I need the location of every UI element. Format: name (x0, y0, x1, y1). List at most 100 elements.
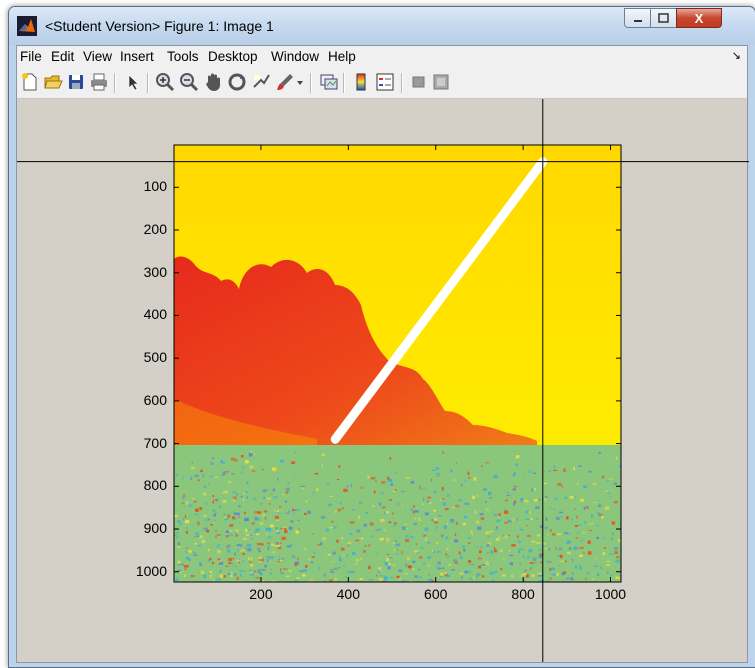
show-plot-tools-icon[interactable] (431, 72, 451, 92)
noise-speckle (393, 542, 395, 544)
zoom-in-icon[interactable] (155, 72, 175, 92)
edit-plot-arrow-icon[interactable] (123, 72, 143, 92)
noise-speckle (376, 552, 379, 555)
noise-speckle (334, 510, 337, 513)
noise-speckle (350, 483, 352, 488)
noise-speckle (464, 480, 467, 482)
maximize-button[interactable] (650, 8, 677, 28)
noise-speckle (390, 482, 394, 486)
menu-view[interactable]: View (83, 49, 112, 64)
noise-speckle (606, 572, 609, 574)
noise-speckle (571, 572, 574, 575)
noise-speckle (208, 572, 211, 574)
menu-desktop[interactable]: Desktop (208, 49, 258, 64)
noise-speckle (283, 526, 287, 528)
link-plot-icon[interactable] (319, 72, 339, 92)
noise-speckle (555, 516, 560, 521)
noise-speckle (538, 548, 542, 552)
noise-speckle (579, 498, 585, 502)
open-file-icon[interactable] (43, 72, 63, 92)
noise-speckle (212, 500, 214, 504)
noise-speckle (498, 513, 501, 517)
noise-speckle (438, 515, 442, 517)
noise-speckle (579, 546, 584, 550)
zoom-out-icon[interactable] (179, 72, 199, 92)
noise-speckle (268, 503, 271, 505)
menu-help[interactable]: Help (328, 49, 356, 64)
noise-speckle (294, 563, 298, 566)
print-icon[interactable] (89, 72, 109, 92)
noise-speckle (552, 469, 558, 471)
noise-speckle (392, 564, 396, 567)
noise-speckle (401, 550, 403, 555)
noise-speckle (427, 500, 430, 503)
noise-speckle (253, 497, 257, 500)
title-bar[interactable]: <Student Version> Figure 1: Image 1 X (9, 7, 755, 45)
noise-speckle (545, 495, 548, 498)
noise-speckle (588, 529, 593, 531)
noise-speckle (577, 524, 582, 526)
noise-speckle (186, 556, 190, 560)
noise-speckle (188, 504, 193, 508)
data-cursor-icon[interactable] (251, 72, 271, 92)
noise-speckle (458, 551, 461, 555)
noise-speckle (243, 511, 247, 515)
insert-legend-icon[interactable] (375, 72, 395, 92)
noise-speckle (240, 573, 242, 577)
figure-canvas[interactable]: 100 200 300 400 500 600 700 800 900 1000 200 400 60… (17, 99, 749, 662)
noise-speckle (257, 547, 261, 551)
noise-speckle (602, 537, 605, 540)
noise-speckle (397, 543, 400, 546)
noise-speckle (603, 547, 607, 549)
noise-speckle (486, 552, 489, 555)
insert-colorbar-icon[interactable] (351, 72, 371, 92)
noise-speckle (558, 565, 560, 567)
noise-speckle (574, 565, 577, 569)
noise-speckle (240, 549, 245, 552)
save-icon[interactable] (66, 72, 86, 92)
noise-speckle (205, 518, 208, 522)
noise-speckle (489, 496, 492, 499)
menu-window[interactable]: Window (271, 49, 319, 64)
noise-speckle (232, 491, 236, 494)
minimize-button[interactable] (624, 8, 651, 28)
close-button[interactable]: X (676, 8, 722, 28)
menu-edit[interactable]: Edit (51, 49, 74, 64)
menu-insert[interactable]: Insert (120, 49, 154, 64)
close-icon: X (694, 10, 704, 26)
noise-speckle (611, 521, 616, 525)
pan-hand-icon[interactable] (203, 72, 223, 92)
hide-plot-tools-icon[interactable] (409, 72, 429, 92)
noise-speckle (611, 537, 613, 540)
noise-speckle (190, 466, 196, 470)
noise-speckle (478, 556, 480, 558)
noise-speckle (234, 513, 237, 515)
noise-speckle (377, 528, 382, 531)
new-figure-icon[interactable] (20, 72, 40, 92)
noise-speckle (405, 476, 411, 479)
noise-speckle (388, 557, 393, 559)
noise-speckle (587, 540, 591, 544)
noise-speckle (513, 472, 516, 476)
noise-speckle (574, 508, 576, 510)
noise-speckle (194, 542, 197, 545)
brush-dropdown-icon[interactable] (295, 72, 305, 92)
noise-speckle (303, 548, 307, 551)
noise-speckle (349, 532, 353, 535)
menu-overflow-icon[interactable]: ↘ (732, 49, 741, 62)
noise-speckle (418, 519, 422, 521)
noise-speckle (515, 455, 520, 459)
noise-speckle (184, 574, 186, 577)
noise-speckle (214, 512, 217, 514)
noise-speckle (524, 499, 529, 503)
noise-speckle (410, 480, 415, 484)
noise-speckle (211, 457, 215, 460)
brush-icon[interactable] (275, 72, 295, 92)
noise-speckle (355, 558, 360, 562)
menu-file[interactable]: File (20, 49, 42, 64)
noise-speckle (323, 573, 326, 577)
menu-tools[interactable]: Tools (167, 49, 199, 64)
rotate-3d-icon[interactable] (227, 72, 247, 92)
noise-speckle (526, 524, 529, 527)
noise-speckle (579, 564, 581, 567)
